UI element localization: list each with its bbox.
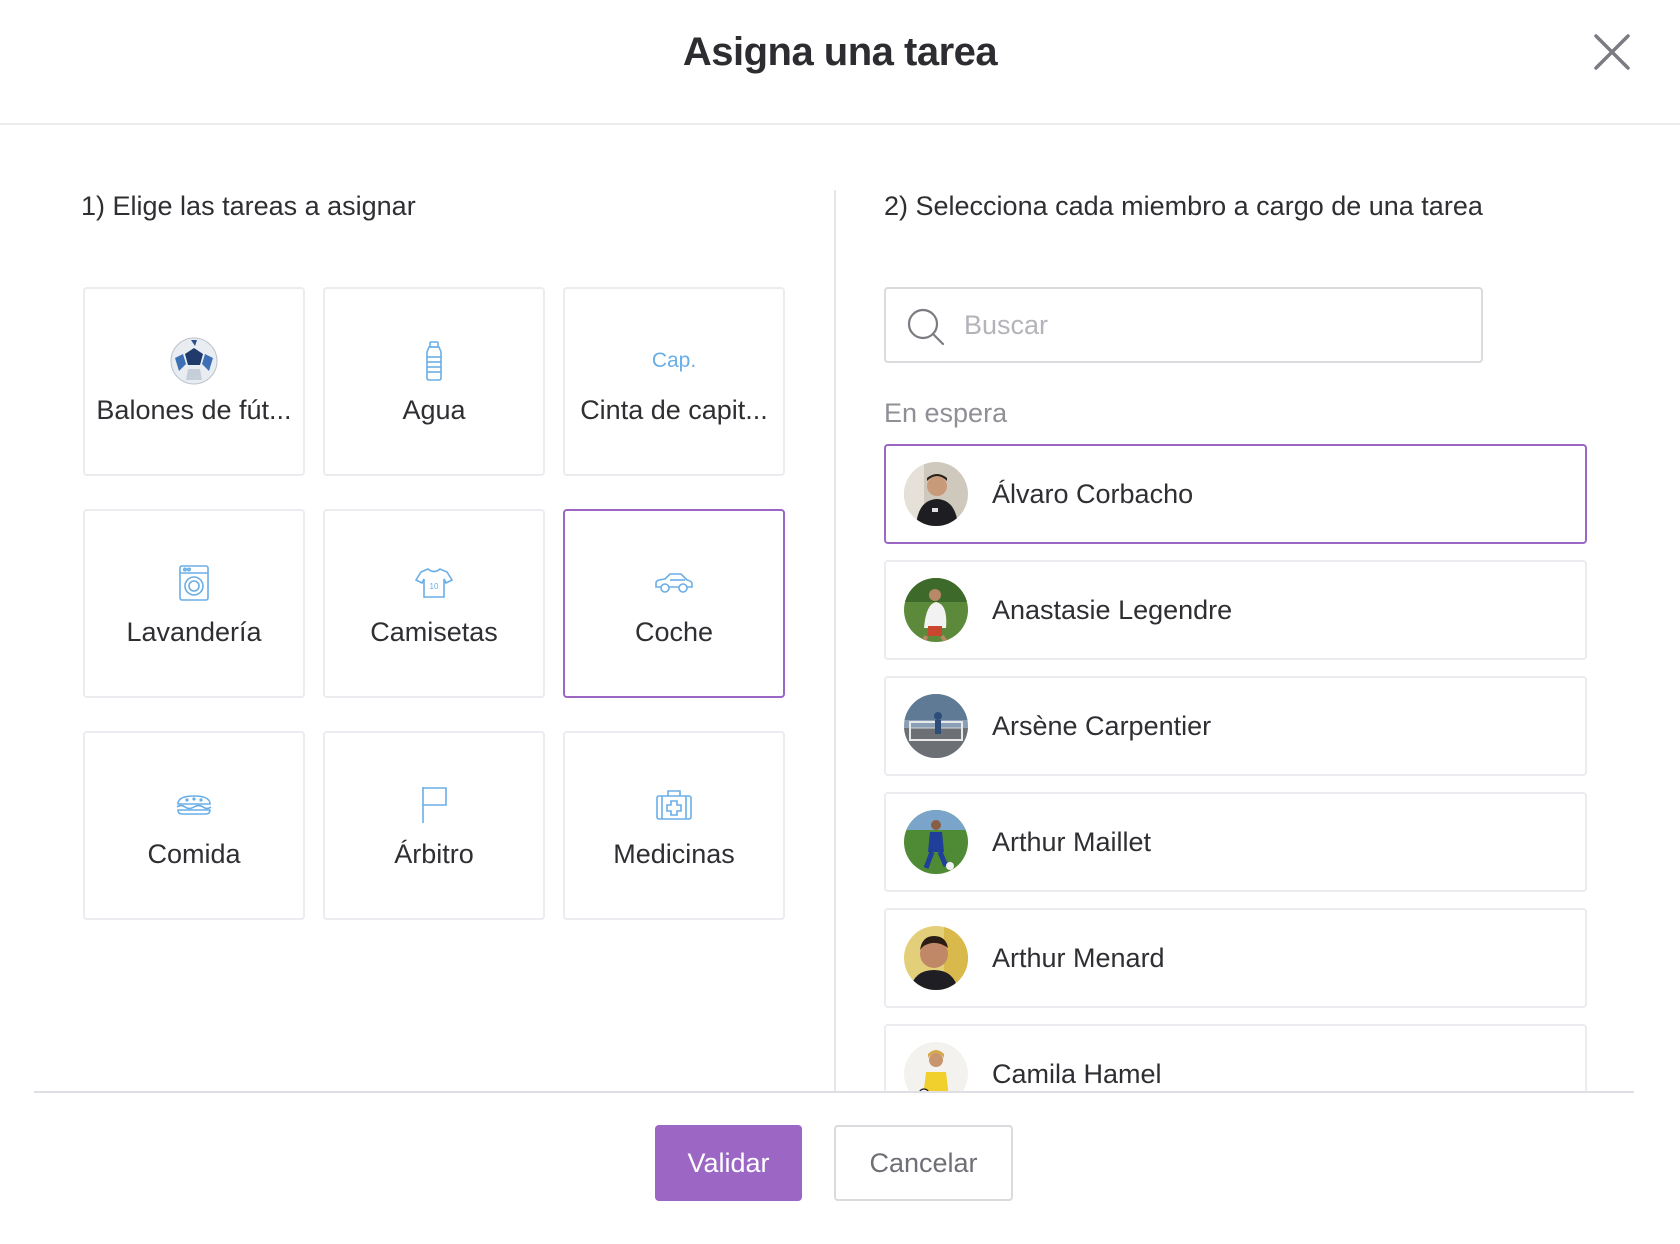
task-grid: Balones de fút... Agua Cap. Cinta de cap… [83, 287, 785, 921]
jersey-icon: 10 [325, 557, 543, 609]
avatar [904, 1042, 968, 1092]
member-name: Camila Hamel [992, 1059, 1162, 1089]
task-label: Agua [402, 395, 466, 425]
task-card-coche[interactable]: Coche [563, 509, 785, 698]
member-row[interactable]: Anastasie Legendre [884, 560, 1587, 660]
member-row[interactable]: Arthur Menard [884, 908, 1587, 1008]
captain-armband-icon: Cap. [565, 335, 783, 387]
member-name: Álvaro Corbacho [992, 479, 1194, 509]
task-label: Lavandería [126, 617, 262, 647]
task-card-agua[interactable]: Agua [323, 287, 545, 476]
task-label: Camisetas [370, 617, 498, 647]
member-search[interactable] [884, 287, 1483, 363]
water-bottle-icon [325, 335, 543, 387]
search-input[interactable] [964, 299, 1464, 351]
avatar [904, 462, 968, 526]
soccer-ball-icon [85, 335, 303, 387]
washing-machine-icon [85, 557, 303, 609]
member-name: Arthur Menard [992, 943, 1165, 973]
avatar [904, 578, 968, 642]
sandwich-icon [85, 779, 303, 831]
modal-title: Asigna una tarea [682, 30, 998, 74]
flag-icon [325, 779, 543, 831]
first-aid-kit-icon [565, 779, 783, 831]
member-row[interactable]: Arthur Maillet [884, 792, 1587, 892]
column-divider [834, 190, 836, 1092]
members-section-title: 2) Selecciona cada miembro a cargo de un… [884, 191, 1483, 221]
member-name: Arthur Maillet [992, 827, 1152, 857]
close-icon [1594, 34, 1630, 70]
avatar [904, 694, 968, 758]
task-label: Cinta de capit... [580, 395, 768, 425]
member-name: Arsène Carpentier [992, 711, 1212, 741]
search-icon [907, 308, 945, 346]
waiting-group-label: En espera [884, 398, 1008, 428]
task-card-lavanderia[interactable]: Lavandería [83, 509, 305, 698]
task-label: Árbitro [394, 839, 474, 869]
car-icon [565, 557, 783, 609]
cancel-button[interactable]: Cancelar [834, 1125, 1013, 1201]
task-card-comida[interactable]: Comida [83, 731, 305, 920]
task-label: Medicinas [613, 839, 735, 869]
member-name: Anastasie Legendre [992, 595, 1233, 625]
tasks-section-title: 1) Elige las tareas a asignar [81, 191, 416, 221]
captain-armband-text: Cap. [651, 349, 697, 372]
task-card-arbitro[interactable]: Árbitro [323, 731, 545, 920]
task-card-cinta[interactable]: Cap. Cinta de capit... [563, 287, 785, 476]
assign-task-modal: Asigna una tarea 1) Elige las tareas a a… [0, 0, 1680, 1244]
avatar [904, 810, 968, 874]
task-card-balones[interactable]: Balones de fút... [83, 287, 305, 476]
svg-text:10: 10 [430, 582, 439, 591]
avatar [904, 926, 968, 990]
members-list[interactable]: Álvaro Corbacho Anastasie Legendre Arsèn… [884, 444, 1587, 1092]
modal-header: Asigna una tarea [0, 0, 1680, 125]
task-label: Coche [634, 617, 714, 647]
member-row[interactable]: Álvaro Corbacho [884, 444, 1587, 544]
task-label: Comida [147, 839, 241, 869]
task-label: Balones de fút... [96, 395, 292, 425]
task-card-medicinas[interactable]: Medicinas [563, 731, 785, 920]
member-row[interactable]: Arsène Carpentier [884, 676, 1587, 776]
footer-divider [34, 1091, 1634, 1093]
member-row[interactable]: Camila Hamel [884, 1024, 1587, 1092]
task-card-camisetas[interactable]: 10 Camisetas [323, 509, 545, 698]
validate-button[interactable]: Validar [655, 1125, 802, 1201]
close-button[interactable] [1590, 30, 1634, 74]
